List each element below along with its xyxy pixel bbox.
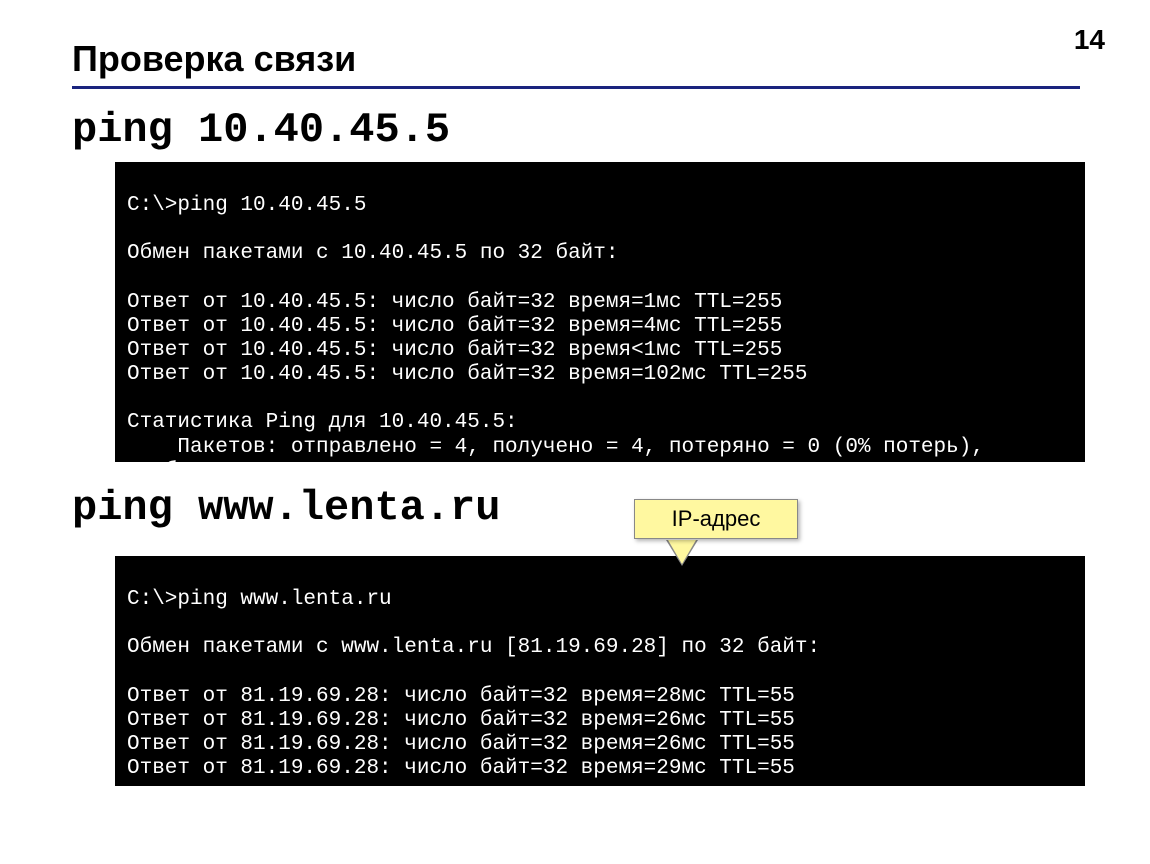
- terminal-output-2: C:\>ping www.lenta.ru Обмен пакетами с w…: [115, 556, 1085, 786]
- callout-arrow: [668, 540, 696, 564]
- terminal-line: C:\>ping www.lenta.ru: [127, 588, 392, 611]
- slide-title: Проверка связи: [72, 38, 356, 80]
- terminal-line: Ответ от 10.40.45.5: число байт=32 время…: [127, 291, 782, 314]
- terminal-line: Обмен пакетами с www.lenta.ru [81.19.69.…: [127, 636, 820, 659]
- terminal-line: Ответ от 81.19.69.28: число байт=32 врем…: [127, 757, 795, 780]
- terminal-line: Ответ от 81.19.69.28: число байт=32 врем…: [127, 733, 795, 756]
- terminal-line: Ответ от 81.19.69.28: число байт=32 врем…: [127, 709, 795, 732]
- command-example-2: ping www.lenta.ru: [72, 484, 500, 532]
- terminal-line: Ответ от 10.40.45.5: число байт=32 время…: [127, 315, 782, 338]
- terminal-line: Ответ от 10.40.45.5: число байт=32 время…: [127, 339, 782, 362]
- command-example-1: ping 10.40.45.5: [72, 106, 450, 154]
- terminal-line: Приблизительное время приема-передачи в …: [127, 460, 669, 483]
- terminal-output-1: C:\>ping 10.40.45.5 Обмен пакетами с 10.…: [115, 162, 1085, 462]
- page-number: 14: [1074, 24, 1105, 56]
- terminal-line: Ответ от 10.40.45.5: число байт=32 время…: [127, 363, 808, 386]
- ip-address-callout: IP-адрес: [634, 499, 798, 539]
- terminal-line: Статистика Ping для 10.40.45.5:: [127, 411, 518, 434]
- terminal-line: Пакетов: отправлено = 4, получено = 4, п…: [127, 436, 984, 459]
- title-underline: [72, 86, 1080, 89]
- terminal-line: C:\>ping 10.40.45.5: [127, 194, 366, 217]
- terminal-line: Обмен пакетами с 10.40.45.5 по 32 байт:: [127, 242, 618, 265]
- terminal-line: Ответ от 81.19.69.28: число байт=32 врем…: [127, 685, 795, 708]
